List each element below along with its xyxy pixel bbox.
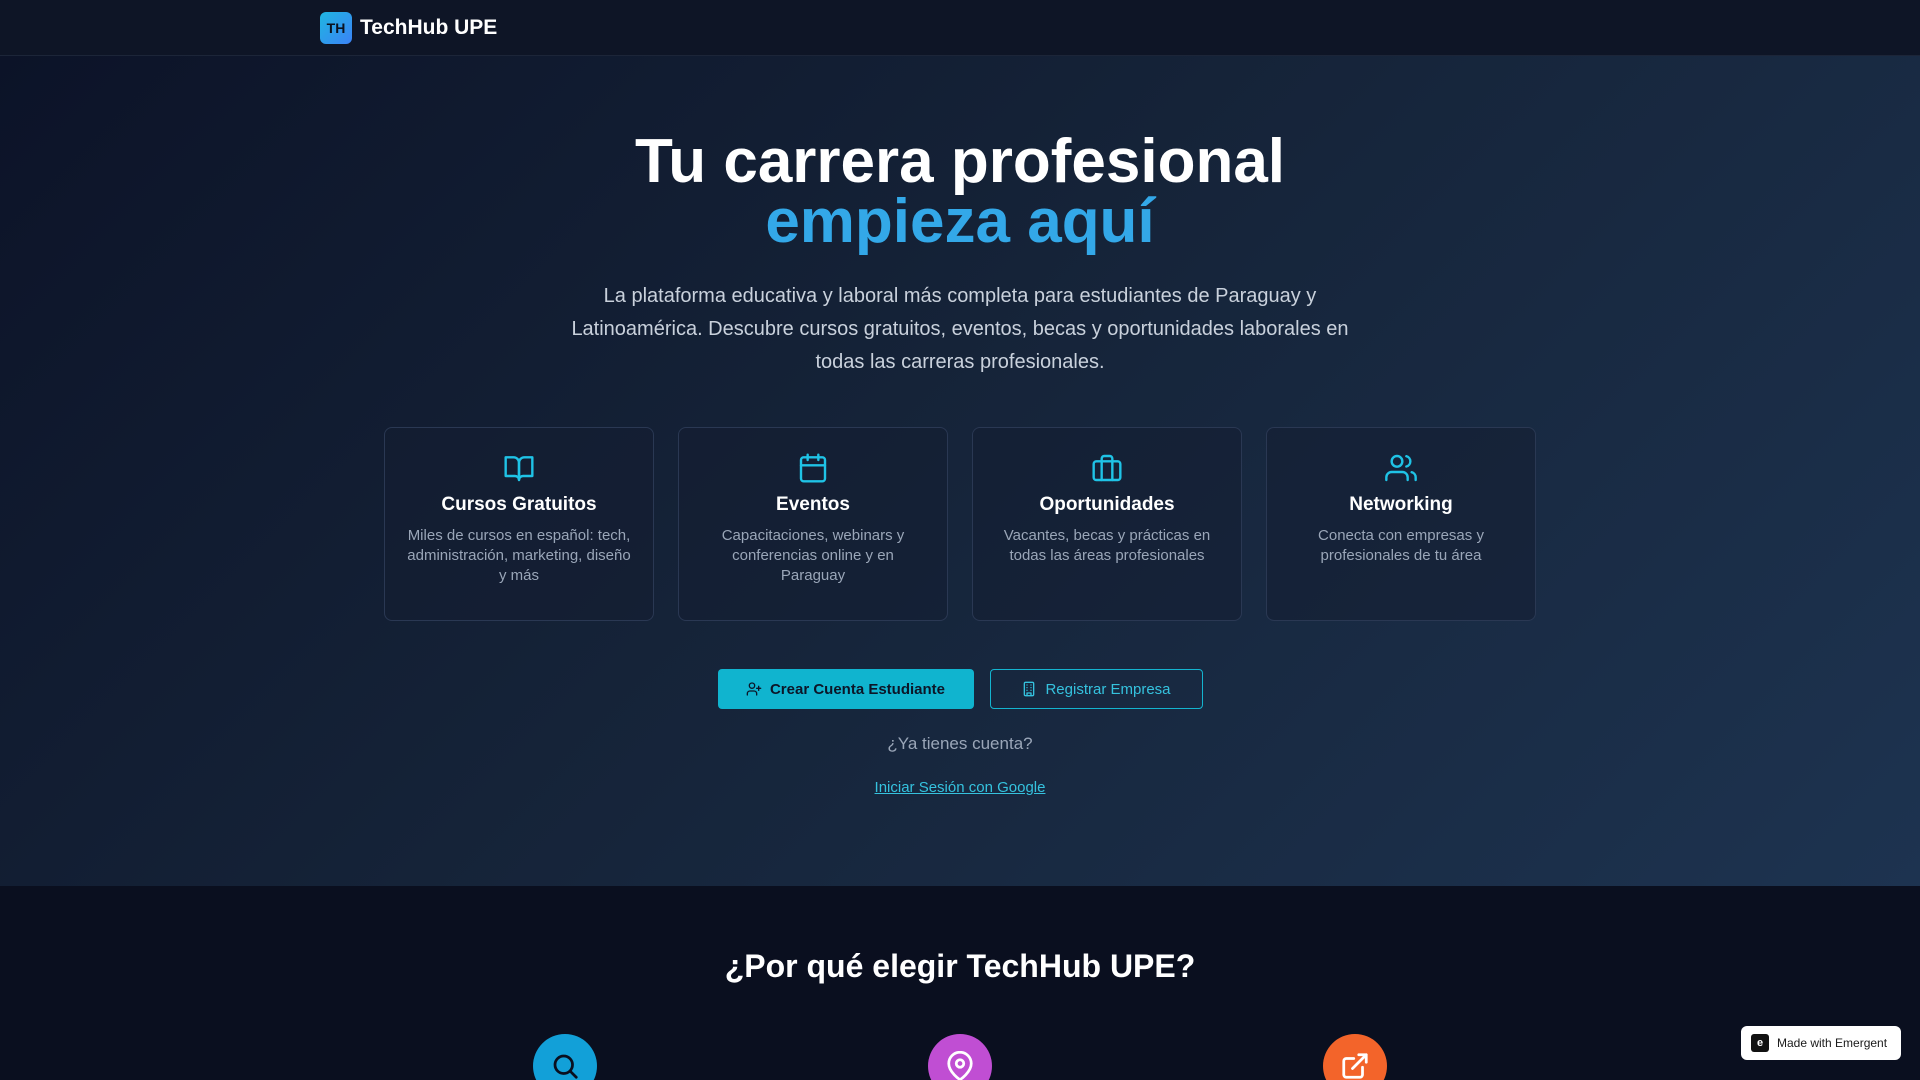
user-plus-icon (746, 682, 762, 696)
briefcase-icon (1092, 454, 1122, 482)
google-login-link[interactable]: Iniciar Sesión con Google (0, 779, 1920, 796)
hero-title-accent: empieza aquí (765, 187, 1155, 256)
create-student-account-button[interactable]: Crear Cuenta Estudiante (717, 669, 974, 709)
external-link-icon (1342, 1053, 1368, 1079)
building-icon (1024, 681, 1035, 697)
brand-name: TechHub UPE (360, 16, 498, 39)
calendar-icon (799, 453, 827, 483)
why-icon-circle (533, 1034, 597, 1080)
feature-title: Cursos Gratuitos (441, 494, 597, 515)
hero-subtitle: La plataforma educativa y laboral más co… (571, 285, 1349, 373)
why-section: ¿Por qué elegir TechHub UPE? (0, 886, 1920, 1080)
feature-desc: Miles de cursos en español: tech, admini… (407, 527, 631, 584)
feature-title: Oportunidades (1039, 494, 1175, 515)
hero-title: Tu carrera profesional empieza aquí (0, 131, 1920, 256)
feature-desc: Conecta con empresas y profesionales de … (1318, 527, 1484, 564)
already-have-account-text: ¿Ya tienes cuenta? (887, 734, 1033, 753)
map-pin-icon (947, 1051, 973, 1080)
navbar: TH TechHub UPE (0, 0, 1920, 56)
hero-title-line1: Tu carrera profesional (634, 127, 1286, 196)
feature-desc: Capacitaciones, webinars y conferencias … (721, 527, 905, 584)
feature-card-courses: Cursos Gratuitos Miles de cursos en espa… (384, 427, 654, 621)
register-company-button[interactable]: Registrar Empresa (989, 669, 1203, 709)
brand-logo: TH (320, 12, 352, 44)
feature-desc: Vacantes, becas y prácticas en todas las… (1003, 527, 1211, 564)
feature-title: Eventos (776, 494, 850, 515)
why-icon-circle (928, 1034, 992, 1080)
users-icon (1385, 454, 1417, 482)
why-title: ¿Por qué elegir TechHub UPE? (724, 948, 1196, 984)
emergent-logo-icon: e (1751, 1034, 1769, 1052)
feature-cards: Cursos Gratuitos Miles de cursos en espa… (384, 427, 1536, 621)
made-with-emergent-badge[interactable]: e Made with Emergent (1741, 1026, 1901, 1060)
feature-card-networking: Networking Conecta con empresas y profes… (1266, 427, 1536, 621)
cta-buttons: Crear Cuenta Estudiante Registrar Empres… (0, 669, 1920, 709)
hero-section: Tu carrera profesional empieza aquí La p… (0, 56, 1920, 886)
badge-text: Made with Emergent (1777, 1036, 1888, 1050)
feature-card-opportunities: Oportunidades Vacantes, becas y práctica… (972, 427, 1242, 621)
search-icon (553, 1054, 578, 1079)
feature-card-events: Eventos Capacitaciones, webinars y confe… (678, 427, 948, 621)
feature-title: Networking (1349, 494, 1453, 515)
brand-link[interactable]: TH TechHub UPE (320, 12, 497, 44)
create-student-account-label: Crear Cuenta Estudiante (769, 680, 946, 698)
why-icon-circle (1323, 1034, 1387, 1080)
register-company-label: Registrar Empresa (1045, 680, 1171, 698)
book-open-icon (504, 456, 534, 482)
